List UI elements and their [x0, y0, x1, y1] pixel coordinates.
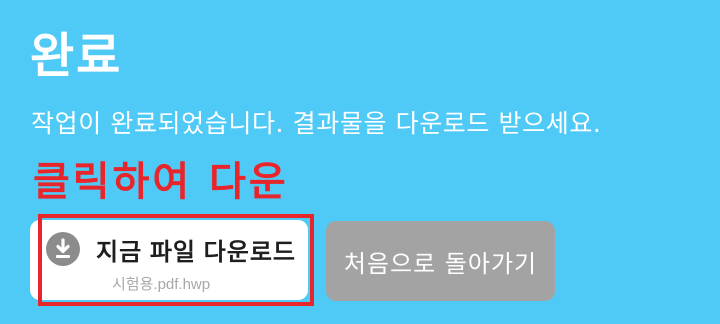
page-title: 완료 — [30, 28, 123, 84]
back-to-start-button[interactable]: 처음으로 돌아가기 — [326, 221, 555, 301]
download-button-label: 지금 파일 다운로드 — [96, 239, 296, 266]
download-filename: 시험용.pdf.hwp — [112, 276, 211, 293]
click-to-download-annotation: 클릭하여 다운 — [33, 159, 289, 205]
completion-message: 작업이 완료되었습니다. 결과물을 다운로드 받으세요. — [31, 109, 602, 138]
download-icon — [46, 232, 80, 266]
download-file-button[interactable]: 지금 파일 다운로드 시험용.pdf.hwp — [30, 220, 308, 300]
